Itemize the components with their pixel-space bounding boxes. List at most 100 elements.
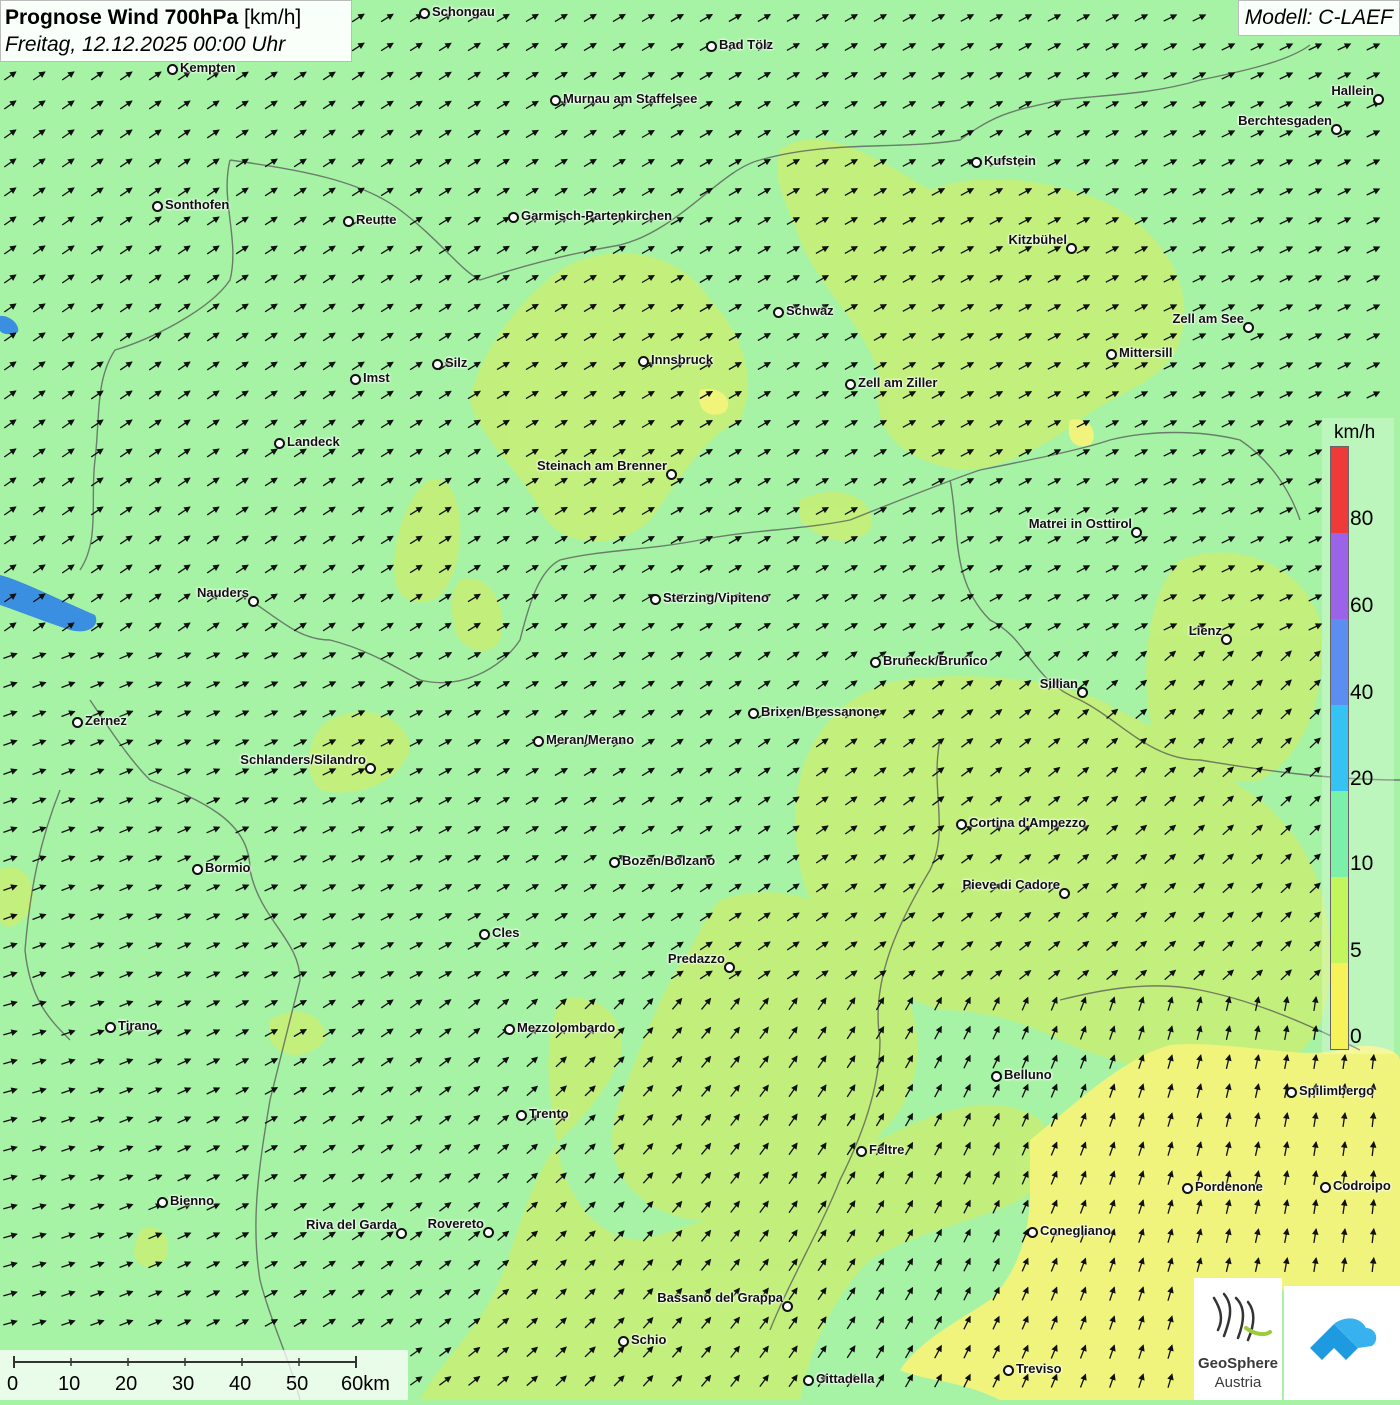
city-label: Garmisch-Partenkirchen [521,208,673,223]
city-label: Belluno [1004,1067,1052,1082]
city-label: Spilimbergo [1299,1083,1375,1098]
city-label: Hallein [1331,83,1374,98]
city-marker [773,307,784,318]
city-marker [105,1022,116,1033]
city-label: Bormio [205,860,251,875]
city-marker [508,212,519,223]
city-marker [1221,634,1232,645]
city-marker [248,596,259,607]
scale-label: 0 [7,1373,19,1395]
city-label: Codroipo [1333,1178,1391,1193]
city-marker [504,1024,515,1035]
city-label: Cittadella [816,1371,875,1386]
legend-unit: km/h [1334,422,1376,443]
city-marker [167,64,178,75]
geosphere-icon [1212,1292,1272,1342]
city-marker [1027,1227,1038,1238]
scale-label: 60km [341,1373,390,1395]
legend-label: 0 [1350,1025,1362,1048]
city-label: Bienno [170,1193,215,1208]
map-unit: [km/h] [244,6,302,29]
city-label: Kitzbühel [1008,232,1068,247]
map-title: Prognose Wind 700hPa [5,6,239,29]
city-label: Zernez [85,713,127,728]
city-marker [1182,1183,1193,1194]
city-marker [782,1301,793,1312]
city-marker [638,356,649,367]
title-box: Prognose Wind 700hPa [km/h] Freitag, 12.… [0,0,352,62]
city-marker [748,708,759,719]
city-marker [724,962,735,973]
city-label: Steinach am Brenner [536,458,667,473]
city-label: Silz [445,355,468,370]
app-cloud-icon [1310,1318,1377,1360]
city-label: Zell am Ziller [858,375,938,390]
city-marker [1077,687,1088,698]
city-label: Brixen/Bressanone [761,704,880,719]
app-logo [1284,1286,1400,1400]
city-label: Trento [529,1106,569,1121]
city-label: Predazzo [667,951,725,966]
city-marker [483,1227,494,1238]
city-marker [152,201,163,212]
city-label: Kempten [180,60,236,75]
city-label: Kufstein [984,153,1036,168]
city-label: Lienz [1188,623,1222,638]
legend-label: 20 [1350,767,1374,790]
legend-label: 10 [1350,852,1374,875]
city-label: Bruneck/Brunico [883,653,988,668]
legend-label: 40 [1350,681,1374,704]
city-marker [845,379,856,390]
city-marker [365,763,376,774]
city-marker [609,857,620,868]
city-marker [533,736,544,747]
city-label: Rovereto [427,1216,484,1231]
legend-label: 60 [1350,594,1374,617]
city-marker [856,1146,867,1157]
city-label: Bassano del Grappa [657,1290,783,1305]
city-label: Schlanders/Silandro [240,752,366,767]
city-label: Murnau am Staffelsee [563,91,698,106]
legend-colorbar [1330,446,1349,1050]
city-label: Matrei in Osttirol [1028,516,1132,531]
legend-segment [1331,619,1348,705]
city-marker [991,1071,1002,1082]
city-label: Mezzolombardo [517,1020,616,1035]
city-marker [343,216,354,227]
logo-name: GeoSphere [1197,1355,1279,1372]
city-label: Feltre [869,1142,905,1157]
city-label: Berchtesgaden [1238,113,1332,128]
city-marker [1286,1087,1297,1098]
city-label: Landeck [287,434,340,449]
city-marker [618,1336,629,1347]
scale-label: 30 [172,1373,195,1395]
scale-label: 20 [115,1373,138,1395]
city-marker [157,1197,168,1208]
legend-segment [1331,791,1348,877]
city-marker [666,469,677,480]
city-label: Sterzing/Vipiteno [663,590,769,605]
city-marker [1106,349,1117,360]
legend-segment [1331,963,1348,1049]
city-marker [274,438,285,449]
city-marker [1373,94,1384,105]
city-marker [1243,322,1254,333]
city-marker [706,41,717,52]
city-label: Pieve di Cadore [962,877,1060,892]
city-label: Bad Tölz [719,37,774,52]
city-marker [870,657,881,668]
city-label: Sonthofen [165,197,230,212]
city-marker [432,359,443,370]
legend-segment [1331,877,1348,963]
city-marker [1003,1365,1014,1376]
city-label: Reutte [356,212,397,227]
legend-label: 80 [1350,507,1374,530]
geosphere-logo: GeoSphere Austria [1194,1278,1282,1400]
city-label: Cles [492,925,520,940]
forecast-date: Freitag, 12.12.2025 00:00 Uhr [5,33,286,56]
city-label: Meran/Merano [546,732,635,747]
city-label: Treviso [1016,1361,1062,1376]
city-label: Sillian [1039,676,1078,691]
scale-label: 50 [286,1373,309,1395]
city-marker [803,1375,814,1386]
